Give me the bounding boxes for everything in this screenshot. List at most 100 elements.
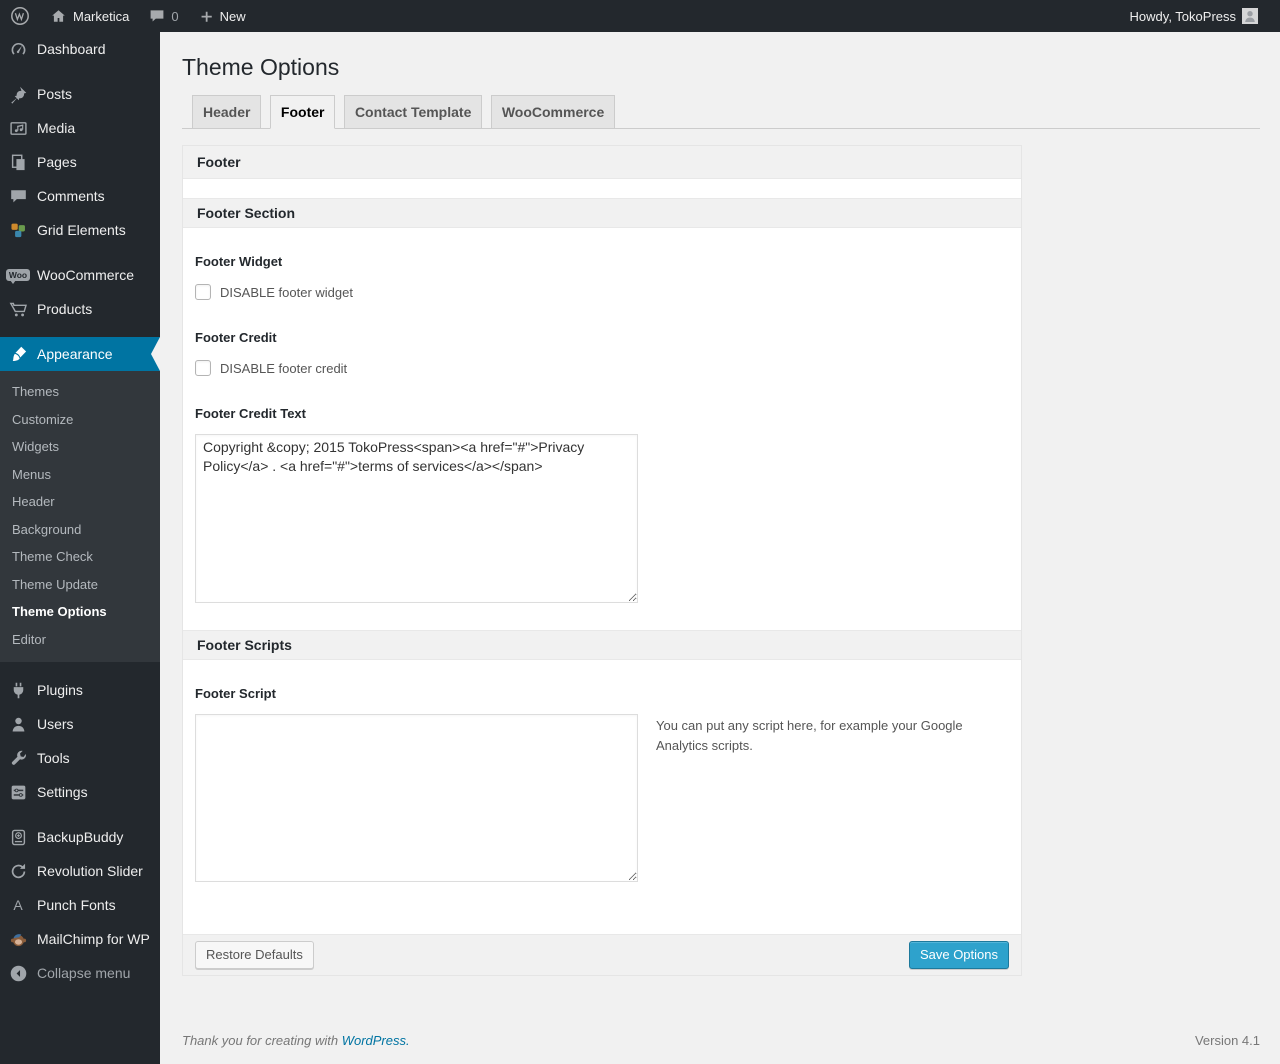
panel-header: Footer — [183, 146, 1021, 179]
footer-widget-label: Footer Widget — [195, 254, 283, 269]
menu-separator — [0, 247, 160, 258]
admin-footer: Thank you for creating with WordPress. V… — [182, 1033, 1260, 1048]
wordpress-logo-icon — [10, 6, 30, 26]
submenu-item-background[interactable]: Background — [0, 516, 160, 544]
sidebar-item-collapse-menu[interactable]: Collapse menu — [0, 956, 160, 990]
sidebar-item-label: MailChimp for WP — [37, 931, 150, 947]
sidebar-item-dashboard[interactable]: Dashboard — [0, 32, 160, 66]
sidebar-item-pages[interactable]: Pages — [0, 145, 160, 179]
save-options-button[interactable]: Save Options — [908, 941, 1009, 969]
collapse-arrow-icon — [8, 963, 28, 983]
footer-script-label: Footer Script — [195, 686, 276, 701]
submenu-item-theme-options[interactable]: Theme Options — [0, 598, 160, 626]
footer-widget-checkbox-row: DISABLE footer widget — [195, 284, 1009, 300]
admin-bar: Marketica 0 New Howdy, TokoPress — [0, 0, 1280, 32]
refresh-arrows-icon — [8, 861, 28, 881]
sidebar-item-label: Settings — [37, 784, 88, 800]
site-name-link[interactable]: Marketica — [40, 0, 139, 32]
sidebar-item-label: Collapse menu — [37, 965, 131, 981]
sidebar-item-label: Grid Elements — [37, 222, 126, 238]
person-icon — [8, 714, 28, 734]
grid-elements-color-icon — [8, 220, 28, 240]
dashboard-gauge-icon — [8, 39, 28, 59]
sidebar-item-label: Comments — [37, 188, 105, 204]
submenu-item-theme-check[interactable]: Theme Check — [0, 543, 160, 571]
sidebar-item-woocommerce[interactable]: Woo WooCommerce — [0, 258, 160, 292]
sidebar-item-punch-fonts[interactable]: A Punch Fonts — [0, 888, 160, 922]
tab-header[interactable]: Header — [192, 95, 262, 128]
pushpin-icon — [8, 84, 28, 104]
sidebar-item-mailchimp[interactable]: MailChimp for WP — [0, 922, 160, 956]
page-title: Theme Options — [182, 54, 340, 80]
sidebar-item-grid-elements[interactable]: Grid Elements — [0, 213, 160, 247]
menu-separator — [0, 809, 160, 820]
tab-contact-template[interactable]: Contact Template — [343, 95, 483, 128]
tab-woocommerce[interactable]: WooCommerce — [490, 95, 616, 128]
sidebar-item-label: Plugins — [37, 682, 83, 698]
sidebar-item-comments[interactable]: Comments — [0, 179, 160, 213]
submenu-item-editor[interactable]: Editor — [0, 626, 160, 654]
letter-a-icon: A — [13, 897, 23, 913]
footer-section-body: Footer Widget DISABLE footer widget Foot… — [183, 228, 1021, 630]
submenu-item-customize[interactable]: Customize — [0, 406, 160, 434]
comment-bubble-icon — [8, 186, 28, 206]
sidebar-item-settings[interactable]: Settings — [0, 775, 160, 809]
sidebar-item-products[interactable]: Products — [0, 292, 160, 326]
media-notes-icon — [8, 118, 28, 138]
footer-script-help-text: You can put any script here, for example… — [656, 718, 963, 754]
sidebar-item-appearance[interactable]: Appearance — [0, 337, 160, 371]
sidebar-item-label: Media — [37, 120, 76, 136]
sidebar-item-label: Appearance — [37, 346, 113, 362]
sidebar-item-label: Posts — [37, 86, 73, 102]
shopping-cart-icon — [8, 299, 28, 319]
sidebar-item-plugins[interactable]: Plugins — [0, 673, 160, 707]
footer-script-textarea[interactable] — [195, 714, 638, 882]
checkbox-label[interactable]: DISABLE footer credit — [220, 361, 347, 376]
sidebar-item-posts[interactable]: Posts — [0, 77, 160, 111]
sidebar-item-backupbuddy[interactable]: BackupBuddy — [0, 820, 160, 854]
wrench-icon — [8, 748, 28, 768]
disable-footer-credit-checkbox[interactable] — [195, 360, 211, 376]
new-label: New — [219, 8, 246, 24]
comment-count: 0 — [171, 8, 179, 24]
footer-scripts-header: Footer Scripts — [183, 630, 1021, 660]
plug-icon — [8, 680, 28, 700]
submenu-item-themes[interactable]: Themes — [0, 378, 160, 406]
sidebar-item-revolution-slider[interactable]: Revolution Slider — [0, 854, 160, 888]
sidebar-item-label: BackupBuddy — [37, 829, 124, 845]
disable-footer-widget-checkbox[interactable] — [195, 284, 211, 300]
footer-credit-checkbox-row: DISABLE footer credit — [195, 360, 1009, 376]
submenu-item-menus[interactable]: Menus — [0, 461, 160, 489]
version-label: Version 4.1 — [1194, 1033, 1260, 1048]
main-content: Theme Options Header Footer Contact Temp… — [160, 32, 1280, 1064]
sidebar-item-label: Users — [37, 716, 74, 732]
tab-footer[interactable]: Footer — [269, 95, 336, 129]
paintbrush-icon — [8, 344, 28, 364]
footer-credit-label: Footer Credit — [195, 330, 277, 345]
sidebar-item-users[interactable]: Users — [0, 707, 160, 741]
sidebar-item-label: Products — [37, 301, 93, 317]
mailchimp-monkey-icon — [8, 929, 28, 949]
panel-actions: Restore Defaults Save Options — [183, 934, 1021, 975]
checkbox-label[interactable]: DISABLE footer widget — [220, 285, 353, 300]
footer-thanks: Thank you for creating with WordPress. — [182, 1033, 410, 1048]
new-content-button[interactable]: New — [189, 0, 256, 32]
sidebar-item-label: Revolution Slider — [37, 863, 143, 879]
sidebar-item-media[interactable]: Media — [0, 111, 160, 145]
wp-logo-button[interactable] — [0, 0, 40, 32]
sidebar-item-label: Pages — [37, 154, 77, 170]
sidebar-item-label: Dashboard — [37, 41, 106, 57]
woocommerce-badge-icon: Woo — [5, 265, 31, 285]
footer-scripts-body: Footer Script You can put any script her… — [183, 660, 1021, 934]
submenu-item-widgets[interactable]: Widgets — [0, 433, 160, 461]
sidebar-item-tools[interactable]: Tools — [0, 741, 160, 775]
restore-defaults-button[interactable]: Restore Defaults — [195, 941, 314, 969]
backup-drive-icon — [8, 827, 28, 847]
howdy-account-link[interactable]: Howdy, TokoPress — [1120, 0, 1268, 32]
submenu-item-theme-update[interactable]: Theme Update — [0, 571, 160, 599]
footer-credit-text-textarea[interactable]: Copyright &copy; 2015 TokoPress<span><a … — [195, 434, 638, 603]
submenu-item-header[interactable]: Header — [0, 488, 160, 516]
footer-options-panel: Footer Footer Section Footer Widget DISA… — [182, 145, 1022, 976]
comments-link[interactable]: 0 — [139, 0, 188, 32]
wordpress-link[interactable]: WordPress. — [342, 1033, 410, 1048]
